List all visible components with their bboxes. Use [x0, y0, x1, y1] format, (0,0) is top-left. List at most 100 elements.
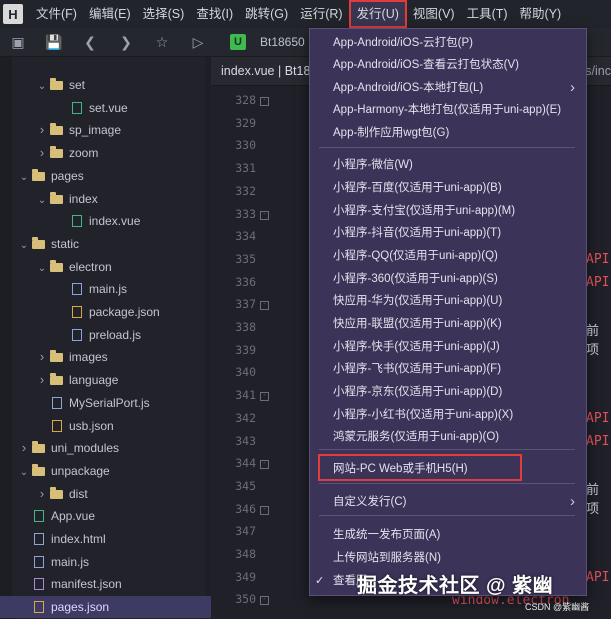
- code-text: 前项: [586, 482, 600, 516]
- publish-menu-item[interactable]: App-Android/iOS-云打包(P): [309, 32, 585, 54]
- publish-menu-item[interactable]: 小程序-QQ(仅适用于uni-app)(Q): [309, 245, 585, 267]
- tree-item-sp-image[interactable]: › sp_image: [0, 119, 241, 141]
- publish-menu-item[interactable]: App-Harmony-本地打包(仅适用于uni-app)(E): [309, 99, 585, 121]
- publish-menu-item[interactable]: 小程序-抖音(仅适用于uni-app)(T): [309, 222, 585, 244]
- publish-menu-item[interactable]: 生成统一发布页面(A): [309, 524, 585, 546]
- chevron-down-icon[interactable]: ⌄: [36, 258, 48, 280]
- publish-menu-item[interactable]: 小程序-京东(仅适用于uni-app)(D): [309, 381, 585, 403]
- publish-menu-item[interactable]: 小程序-微信(W): [309, 154, 585, 176]
- menu-edit[interactable]: 编辑(E): [83, 0, 137, 28]
- tree-item-language[interactable]: › language: [0, 369, 241, 391]
- publish-menu-item[interactable]: App-Android/iOS-查看云打包状态(V): [309, 54, 585, 76]
- menu-item-label: 小程序-支付宝(仅适用于uni-app)(M): [333, 205, 516, 217]
- menu-item-label: 小程序-百度(仅适用于uni-app)(B): [333, 182, 502, 194]
- back-arrow-icon[interactable]: ❮: [78, 30, 102, 54]
- line-number: 350: [235, 592, 256, 607]
- folder-icon: [50, 191, 63, 204]
- publish-menu-item[interactable]: 上传网站到服务器(N): [309, 547, 585, 569]
- menu-goto[interactable]: 跳转(G): [239, 0, 294, 28]
- tree-item-zoom[interactable]: › zoom: [0, 142, 241, 164]
- publish-menu-item[interactable]: 小程序-飞书(仅适用于uni-app)(F): [309, 358, 585, 380]
- publish-menu-item[interactable]: App-制作应用wgt包(G): [309, 122, 585, 144]
- chevron-right-icon[interactable]: ›: [36, 483, 48, 505]
- save-icon[interactable]: 💾: [42, 30, 66, 54]
- menu-separator: [319, 515, 575, 516]
- project-path[interactable]: Bt18650: [260, 35, 305, 49]
- tree-item-index-html[interactable]: index.html: [0, 528, 223, 550]
- line-number: 331: [235, 161, 256, 176]
- tree-item-manifest-json[interactable]: manifest.json: [0, 573, 223, 595]
- tree-item-dist[interactable]: › dist: [0, 483, 241, 505]
- chevron-right-icon[interactable]: ›: [36, 346, 48, 368]
- line-number: 336: [235, 274, 256, 289]
- tree-item-label: package.json: [89, 305, 160, 319]
- line-number: 335: [235, 251, 256, 266]
- fold-toggle-icon[interactable]: -: [260, 97, 269, 106]
- publish-menu-item[interactable]: 小程序-快手(仅适用于uni-app)(J): [309, 336, 585, 358]
- forward-arrow-icon[interactable]: ❯: [114, 30, 138, 54]
- menu-item-label: 小程序-360(仅适用于uni-app)(S): [333, 273, 498, 285]
- menu-select[interactable]: 选择(S): [137, 0, 191, 28]
- fold-toggle-icon[interactable]: -: [260, 460, 269, 470]
- js-file-icon: [52, 396, 62, 409]
- publish-menu-item[interactable]: 小程序-360(仅适用于uni-app)(S): [309, 268, 585, 290]
- fold-toggle-icon[interactable]: -: [260, 392, 269, 402]
- chevron-down-icon[interactable]: ⌄: [18, 462, 30, 484]
- fold-toggle-icon[interactable]: -: [260, 596, 269, 606]
- vue-file-icon: [34, 510, 44, 523]
- new-file-icon[interactable]: ▣: [6, 30, 30, 54]
- chevron-right-icon[interactable]: ›: [36, 142, 48, 164]
- tree-item-label: usb.json: [69, 418, 114, 433]
- tree-item-static[interactable]: ⌄ static: [0, 233, 223, 255]
- publish-menu-item[interactable]: 快应用-联盟(仅适用于uni-app)(K): [309, 313, 585, 335]
- tree-item-app-vue[interactable]: App.vue: [0, 505, 223, 527]
- chevron-right-icon[interactable]: ›: [18, 437, 30, 459]
- publish-menu-item[interactable]: 小程序-百度(仅适用于uni-app)(B): [309, 177, 585, 199]
- menu-help[interactable]: 帮助(Y): [514, 0, 568, 28]
- menu-view[interactable]: 视图(V): [407, 0, 461, 28]
- tree-item-pages-json[interactable]: pages.json: [0, 596, 223, 619]
- publish-menu-item[interactable]: 快应用-华为(仅适用于uni-app)(U): [309, 290, 585, 312]
- fold-toggle-icon[interactable]: -: [260, 301, 269, 311]
- menu-tools[interactable]: 工具(T): [461, 0, 514, 28]
- menu-publish[interactable]: 发行(U): [348, 0, 407, 28]
- publish-menu-item[interactable]: 鸿蒙元服务(仅适用于uni-app)(O): [309, 426, 585, 448]
- line-number: 344: [235, 456, 256, 471]
- chevron-down-icon[interactable]: ⌄: [36, 76, 48, 98]
- tree-item-label: images: [69, 350, 108, 365]
- tree-item-usb-json[interactable]: usb.json: [0, 415, 241, 437]
- folder-icon: [32, 441, 45, 454]
- fold-toggle-icon[interactable]: -: [260, 505, 269, 515]
- menu-item-label: 小程序-快手(仅适用于uni-app)(J): [333, 341, 500, 353]
- star-icon[interactable]: ☆: [150, 30, 174, 54]
- publish-menu-item[interactable]: 小程序-支付宝(仅适用于uni-app)(M): [309, 200, 585, 222]
- tree-item-index[interactable]: ⌄ index: [0, 188, 241, 210]
- menu-item-label: 快应用-联盟(仅适用于uni-app)(K): [333, 318, 502, 330]
- publish-menu-item[interactable]: 小程序-小红书(仅适用于uni-app)(X): [309, 404, 585, 426]
- chevron-down-icon[interactable]: ⌄: [36, 190, 48, 212]
- tree-item-uni-modules[interactable]: › uni_modules: [0, 437, 223, 459]
- folder-icon: [50, 123, 63, 136]
- tree-item-images[interactable]: › images: [0, 346, 241, 368]
- chevron-right-icon[interactable]: ›: [36, 119, 48, 141]
- menu-run[interactable]: 运行(R): [294, 0, 348, 28]
- menu-find[interactable]: 查找(I): [190, 0, 239, 28]
- tree-item-main-js[interactable]: main.js: [0, 551, 223, 573]
- tree-item-electron[interactable]: ⌄ electron: [0, 256, 241, 278]
- tree-item-set[interactable]: ⌄ set: [0, 74, 241, 96]
- tree-item-unpackage[interactable]: ⌄ unpackage: [0, 460, 223, 482]
- menu-file[interactable]: 文件(F): [30, 0, 83, 28]
- publish-menu-item[interactable]: 自定义发行(C) ›: [309, 491, 585, 513]
- fold-toggle-icon[interactable]: -: [260, 210, 269, 220]
- chevron-right-icon[interactable]: ›: [36, 369, 48, 391]
- chevron-down-icon[interactable]: ⌄: [18, 235, 30, 257]
- tree-item-myserialport-js[interactable]: MySerialPort.js: [0, 392, 241, 414]
- tree-item-label: index.html: [51, 532, 106, 546]
- chevron-down-icon[interactable]: ⌄: [18, 167, 30, 189]
- tree-item-pages[interactable]: ⌄ pages: [0, 165, 223, 187]
- play-icon[interactable]: ▷: [186, 30, 210, 54]
- publish-menu-item[interactable]: App-Android/iOS-本地打包(L) ›: [309, 77, 585, 99]
- menu-item-label: 小程序-小红书(仅适用于uni-app)(X): [333, 409, 514, 421]
- tab-index-vue[interactable]: index.vue | Bt18: [221, 57, 310, 85]
- line-number: 338: [235, 320, 256, 334]
